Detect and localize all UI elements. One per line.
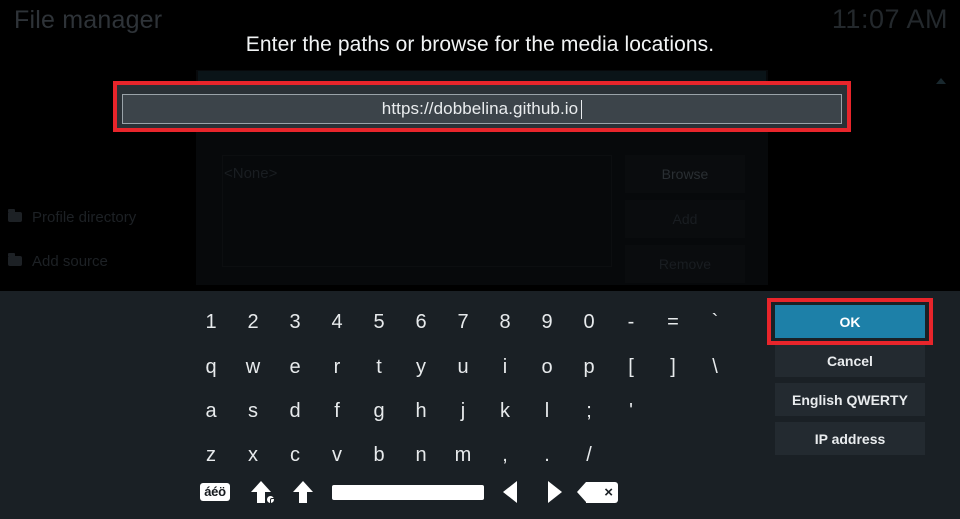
key-9[interactable]: 9 <box>526 303 568 341</box>
key-v[interactable]: v <box>316 436 358 474</box>
key-m[interactable]: m <box>442 436 484 474</box>
text-caret <box>581 99 583 119</box>
key-2[interactable]: 2 <box>232 303 274 341</box>
key-,[interactable]: , <box>484 436 526 474</box>
key-t[interactable]: t <box>358 348 400 386</box>
sidebar-item-profile-directory[interactable]: Profile directory <box>0 195 200 239</box>
arrow-left-icon <box>503 481 517 503</box>
keyboard-row-3: a s d f g h j k l; ' <box>190 392 760 430</box>
key-`[interactable]: ` <box>694 303 736 341</box>
kodi-screen: File manager 11:07 AM Profile directory … <box>0 0 960 519</box>
path-input-value: https://dobbelina.github.io <box>381 99 579 118</box>
key-g[interactable]: g <box>358 392 400 430</box>
key-1[interactable]: 1 <box>190 303 232 341</box>
key-i[interactable]: i <box>484 348 526 386</box>
keyboard-row-1: 1 2 3 4 5 6 7 8 9 0- = ` <box>190 303 760 341</box>
backspace-icon: × <box>577 481 618 503</box>
key-7[interactable]: 7 <box>442 303 484 341</box>
key-n[interactable]: n <box>400 436 442 474</box>
folder-icon <box>8 209 22 222</box>
key-6[interactable]: 6 <box>400 303 442 341</box>
space-bar-icon <box>331 484 484 500</box>
key-e[interactable]: e <box>274 348 316 386</box>
keyboard-function-row: áéö × <box>190 477 630 507</box>
cancel-button[interactable]: Cancel <box>775 344 925 377</box>
key-'[interactable]: ' <box>610 392 652 430</box>
sidebar-item-add-source[interactable]: Add source <box>0 239 200 283</box>
key-l[interactable]: l <box>526 392 568 430</box>
window-title: File manager <box>14 6 163 34</box>
chevron-up-icon <box>936 78 946 84</box>
key-c[interactable]: c <box>274 436 316 474</box>
key-x[interactable]: x <box>232 436 274 474</box>
sidebar-item-label: Add source <box>32 252 108 270</box>
keyboard-row-4: z x c v b n m,. / <box>190 436 760 474</box>
remove-button[interactable]: Remove <box>625 245 745 283</box>
key-8[interactable]: 8 <box>484 303 526 341</box>
sidebar-item-label: Profile directory <box>32 208 137 226</box>
key-y[interactable]: y <box>400 348 442 386</box>
ip-address-button[interactable]: IP address <box>775 422 925 455</box>
key-a[interactable]: a <box>190 392 232 430</box>
cursor-left-key[interactable] <box>495 477 525 507</box>
sidebar: Profile directory Add source <box>0 195 200 283</box>
english-qwerty-button[interactable]: English QWERTY <box>775 383 925 416</box>
key-o[interactable]: o <box>526 348 568 386</box>
key-z[interactable]: z <box>190 436 232 474</box>
space-key[interactable] <box>330 477 485 507</box>
cursor-right-key[interactable] <box>540 477 570 507</box>
key-r[interactable]: r <box>316 348 358 386</box>
key-=[interactable]: = <box>652 303 694 341</box>
key-.[interactable]: . <box>526 436 568 474</box>
shift-key[interactable] <box>286 477 320 507</box>
key-3[interactable]: 3 <box>274 303 316 341</box>
clock: 11:07 AM <box>831 4 948 34</box>
folder-icon <box>8 253 22 266</box>
key-0[interactable]: 0 <box>568 303 610 341</box>
shift-arrow-icon <box>293 481 313 503</box>
key-s[interactable]: s <box>232 392 274 430</box>
symbols-key-label: áéö <box>200 482 230 502</box>
action-button-group: OK Cancel English QWERTY IP address <box>775 305 925 461</box>
key-;[interactable]: ; <box>568 392 610 430</box>
key-][interactable]: ] <box>652 348 694 386</box>
key-p[interactable]: p <box>568 348 610 386</box>
symbols-key[interactable]: áéö <box>198 477 232 507</box>
key-k[interactable]: k <box>484 392 526 430</box>
key-u[interactable]: u <box>442 348 484 386</box>
arrow-right-icon <box>548 481 562 503</box>
key-b[interactable]: b <box>358 436 400 474</box>
caps-lock-key[interactable] <box>244 477 278 507</box>
key-5[interactable]: 5 <box>358 303 400 341</box>
key-j[interactable]: j <box>442 392 484 430</box>
keyboard-row-2: q w e r t y u i o p[] \ <box>190 348 760 386</box>
key-\[interactable]: \ <box>694 348 736 386</box>
caps-lock-icon <box>251 481 276 505</box>
lock-icon <box>265 494 276 505</box>
path-input[interactable]: https://dobbelina.github.io <box>122 94 842 124</box>
key-d[interactable]: d <box>274 392 316 430</box>
ok-button[interactable]: OK <box>775 305 925 338</box>
source-path-list[interactable] <box>222 155 612 267</box>
key-4[interactable]: 4 <box>316 303 358 341</box>
key-/[interactable]: / <box>568 436 610 474</box>
browse-button[interactable]: Browse <box>625 155 745 193</box>
key-f[interactable]: f <box>316 392 358 430</box>
backspace-key[interactable]: × <box>577 477 622 507</box>
key-[[interactable]: [ <box>610 348 652 386</box>
key-q[interactable]: q <box>190 348 232 386</box>
key-h[interactable]: h <box>400 392 442 430</box>
source-path-empty-label: <None> <box>224 165 278 182</box>
key--[interactable]: - <box>610 303 652 341</box>
add-button[interactable]: Add <box>625 200 745 238</box>
key-w[interactable]: w <box>232 348 274 386</box>
dialog-heading: Enter the paths or browse for the media … <box>245 33 715 56</box>
